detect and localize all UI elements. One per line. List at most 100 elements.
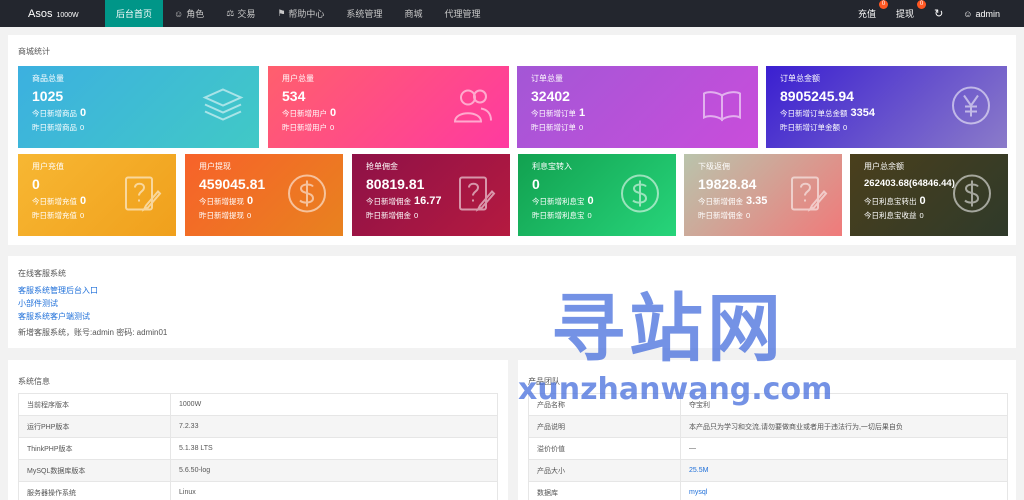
question-edit-icon [788, 174, 828, 217]
support-title: 在线客服系统 [18, 269, 66, 278]
stat-today-label: 今日新增用户 [282, 109, 327, 118]
brand-name: Asos [28, 7, 53, 20]
menu-item-home[interactable]: 后台首页 [105, 0, 164, 27]
table-value: 夺宝利 [680, 393, 1008, 416]
stat-title: 订单总金额 [780, 74, 820, 83]
menu-label: 代理管理 [444, 9, 481, 19]
question-edit-icon [456, 174, 496, 217]
product-title: 产品团队 [528, 377, 560, 386]
table-label: ThinkPHP版本 [18, 437, 171, 460]
support-admin-link[interactable]: 客服系统管理后台入口 [18, 284, 98, 297]
stat-yesterday-label: 昨日新增利息宝 [532, 211, 585, 220]
stat-yesterday-label: 昨日新增佣金 [698, 211, 743, 220]
table-label: 产品名称 [528, 393, 681, 416]
stat-title: 用户充值 [32, 162, 64, 171]
withdraw-label: 提现 [896, 9, 915, 19]
sysinfo-title: 系统信息 [18, 377, 50, 386]
menu-label: 商城 [404, 9, 423, 19]
stat-card: 订单总金额 8905245.94 今日新增订单总金额 3354 昨日新增订单金额 0 [766, 66, 1007, 148]
book-icon [700, 86, 744, 129]
menu-item-mall[interactable]: 商城 [393, 0, 433, 27]
table-row: 产品名称 夺宝利 [528, 393, 1008, 416]
stat-yesterday-value: 0 [247, 211, 252, 220]
sysinfo-table: 当前程序版本 1000W 运行PHP版本 7.2.33 ThinkPHP版本 5.1.38… [18, 393, 498, 500]
users-icon [451, 86, 495, 129]
table-label: 溢价价值 [528, 437, 681, 460]
table-value: 5.1.38 LTS [170, 437, 498, 460]
menu-label: 系统管理 [346, 9, 383, 19]
table-value: 本产品只为学习和交流,请勿要做商业或者用于违法行为,一切后果自负 [680, 415, 1008, 438]
support-panel: 在线客服系统 客服系统管理后台入口 小部件测试 客服系统客户端测试 新增客服系统… [8, 256, 1016, 348]
stat-today-label: 今日新增订单 [531, 109, 576, 118]
stat-yesterday-value: 0 [919, 211, 924, 220]
stat-yesterday-value: 0 [80, 211, 85, 220]
stat-card: 用户充值 0 今日新增充值 0 昨日新增充值 0 [18, 154, 176, 236]
stat-yesterday-label: 昨日新增用户 [282, 123, 327, 132]
stat-today-value: 0 [247, 195, 254, 207]
menu-label: 交易 [237, 9, 256, 19]
stat-card: 用户总量 534 今日新增用户 0 昨日新增用户 0 [268, 66, 509, 148]
brand-version: 1000W [56, 11, 79, 19]
menu-label: 帮助中心 [288, 9, 325, 19]
scale-icon: ⚖ [226, 8, 235, 18]
support-client-link[interactable]: 客服系统客户端测试 [18, 310, 98, 323]
nav-right: 充值 0 提现 0 ↻ ☺ admin [848, 0, 1024, 27]
stat-title: 用户总量 [282, 74, 314, 83]
stat-card: 下级返佣 19828.84 今日新增佣金 3.35 昨日新增佣金 0 [684, 154, 842, 236]
stat-today-label: 今日新增订单总金额 [780, 109, 848, 118]
menu-label: 角色 [186, 9, 205, 19]
recharge-button[interactable]: 充值 0 [848, 0, 889, 20]
user-menu[interactable]: ☺ admin [953, 9, 1010, 19]
table-row: MySQL数据库版本 5.6.50-log [18, 459, 498, 482]
stat-card: 用户提现 459045.81 今日新增提现 0 昨日新增提现 0 [185, 154, 343, 236]
stat-yesterday-value: 0 [80, 123, 85, 132]
menu-item-trade[interactable]: ⚖ 交易 [215, 0, 266, 27]
stat-yesterday-label: 昨日新增提现 [199, 211, 244, 220]
stat-yesterday-label: 昨日新增订单 [531, 123, 576, 132]
menu-item-agent[interactable]: 代理管理 [433, 0, 491, 27]
stat-card: 利息宝转入 0 今日新增利息宝 0 昨日新增利息宝 0 [518, 154, 676, 236]
stat-yesterday-label: 昨日新增佣金 [366, 211, 411, 220]
stat-today-value: 0 [587, 195, 594, 207]
stat-today-value: 1 [579, 107, 586, 119]
menu-item-system[interactable]: 系统管理 [335, 0, 393, 27]
question-edit-icon [122, 174, 162, 217]
table-value: Linux [170, 481, 498, 500]
user-icon: ☺ [174, 8, 184, 19]
brand-logo[interactable]: Asos 1000W [0, 8, 105, 20]
table-row: 当前程序版本 1000W [18, 393, 498, 416]
table-row: 产品说明 本产品只为学习和交流,请勿要做商业或者用于违法行为,一切后果自负 [528, 415, 1008, 438]
table-label: 产品说明 [528, 415, 681, 438]
table-label: 数据库 [528, 481, 681, 500]
stat-today-label: 今日新增充值 [32, 197, 77, 206]
recharge-label: 充值 [858, 9, 877, 19]
dollar-icon [950, 172, 994, 219]
menu-item-role[interactable]: ☺ 角色 [163, 0, 215, 27]
stat-yesterday-value: 0 [843, 123, 848, 132]
stat-today-label: 今日新增商品 [32, 109, 77, 118]
table-value: mysql [680, 481, 1008, 500]
stat-yesterday-value: 0 [587, 211, 592, 220]
stat-title: 用户总余额 [864, 162, 904, 171]
stat-title: 商品总量 [32, 74, 64, 83]
stat-yesterday-value: 0 [330, 123, 335, 132]
stat-title: 利息宝转入 [532, 162, 572, 171]
yen-icon [949, 84, 993, 131]
refresh-icon[interactable]: ↻ [924, 7, 953, 20]
stat-today-value: 0 [919, 195, 926, 207]
dollar-icon [285, 172, 329, 219]
stats-title: 商城统计 [18, 47, 50, 56]
flag-icon: ⚑ [277, 8, 286, 18]
widget-test-link[interactable]: 小部件测试 [18, 297, 98, 310]
menu-item-help[interactable]: ⚑ 帮助中心 [266, 0, 335, 27]
product-panel: 产品团队 产品名称 夺宝利 产品说明 本产品只为学习和交流,请勿要做商业或者用于违法行… [518, 360, 1016, 500]
user-name: admin [975, 8, 1000, 19]
layers-icon [201, 86, 245, 129]
stat-today-value: 0 [80, 195, 87, 207]
stat-yesterday-label: 昨日新增商品 [32, 123, 77, 132]
stat-card: 订单总量 32402 今日新增订单 1 昨日新增订单 0 [517, 66, 758, 148]
withdraw-button[interactable]: 提现 0 [886, 0, 927, 20]
stat-title: 订单总量 [531, 74, 563, 83]
sysinfo-panel: 系统信息 当前程序版本 1000W 运行PHP版本 7.2.33 ThinkPHP版本 5… [8, 360, 508, 500]
user-icon: ☺ [963, 8, 973, 19]
